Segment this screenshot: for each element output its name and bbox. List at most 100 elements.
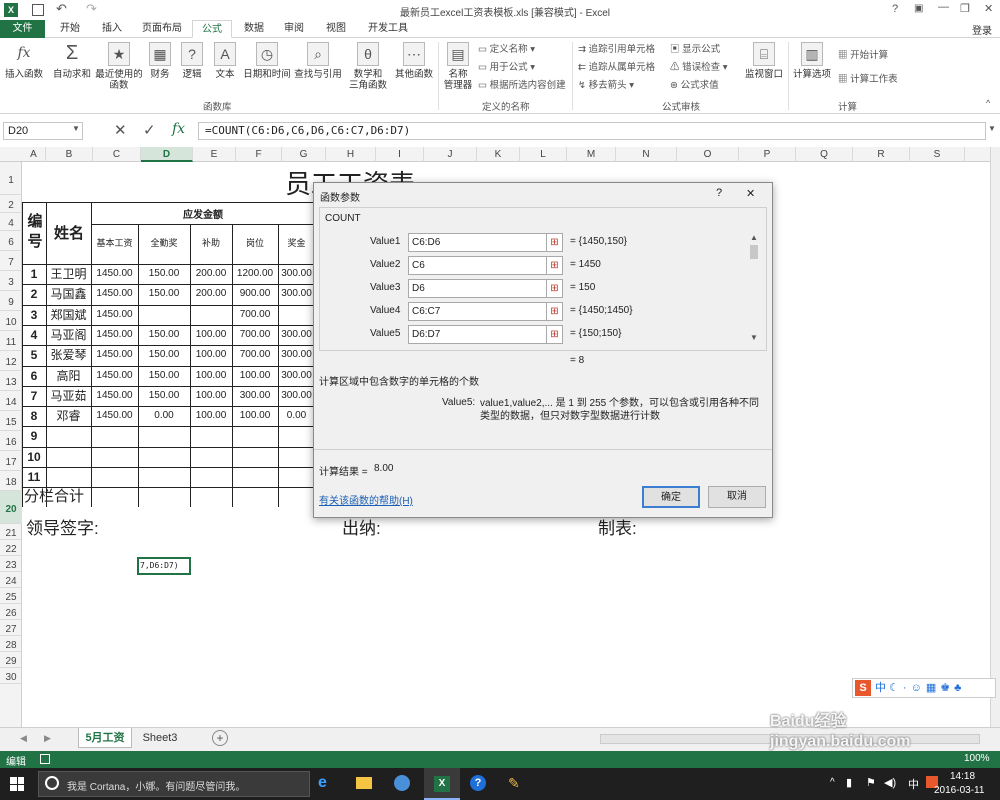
financial-button[interactable]: ▦ 财务 (146, 42, 174, 80)
row-header-21[interactable]: 21 (0, 524, 22, 540)
cortana-search-box[interactable]: 我是 Cortana，小娜。有问题尽管问我。 (38, 771, 310, 797)
salary-cell[interactable]: 200.00 (190, 264, 232, 284)
undo-icon[interactable]: ↶ (56, 1, 67, 17)
column-header-H[interactable]: H (326, 147, 376, 162)
cancel-entry-icon[interactable]: ✕ (114, 121, 127, 139)
salary-cell[interactable]: 1450.00 (91, 284, 138, 304)
range-select-icon[interactable]: ⊞ (546, 325, 563, 344)
salary-cell[interactable]: 150.00 (138, 366, 190, 386)
trace-dependents-button[interactable]: ⇇ 追踪从属单元格 (578, 62, 655, 74)
salary-cell[interactable]: 1450.00 (91, 345, 138, 365)
tab-developer[interactable]: 开发工具 (360, 20, 416, 38)
row-header-24[interactable]: 24 (0, 572, 22, 588)
salary-cell[interactable]: 100.00 (190, 366, 232, 386)
salary-cell[interactable]: 1450.00 (91, 264, 138, 284)
column-header-E[interactable]: E (193, 147, 236, 162)
vertical-scrollbar[interactable] (990, 147, 1000, 727)
salary-cell[interactable]: 100.00 (190, 406, 232, 426)
range-select-icon[interactable]: ⊞ (546, 302, 563, 321)
salary-cell[interactable]: 100.00 (190, 325, 232, 345)
help-link[interactable]: 有关该函数的帮助(H) (319, 492, 413, 507)
row-header-12[interactable]: 12 (0, 351, 22, 371)
column-header-G[interactable]: G (282, 147, 326, 162)
salary-cell[interactable]: 150.00 (138, 386, 190, 406)
row-header-15[interactable]: 15 (0, 411, 22, 431)
salary-cell[interactable]: 1450.00 (91, 406, 138, 426)
column-header-N[interactable]: N (616, 147, 677, 162)
macro-record-icon[interactable] (40, 754, 50, 764)
column-header-L[interactable]: L (520, 147, 567, 162)
file-explorer-icon[interactable] (356, 777, 372, 789)
tab-insert[interactable]: 插入 (92, 20, 132, 38)
column-header-M[interactable]: M (567, 147, 616, 162)
ribbon-display-icon[interactable]: ▣ (914, 3, 923, 14)
salary-cell[interactable]: 900.00 (232, 284, 278, 304)
ok-button[interactable]: 确定 (642, 486, 700, 508)
row-header-28[interactable]: 28 (0, 636, 22, 652)
help-icon[interactable]: ? (892, 3, 898, 15)
tab-review[interactable]: 审阅 (276, 20, 312, 38)
autosum-button[interactable]: Σ 自动求和 (50, 42, 94, 80)
row-header-30[interactable]: 30 (0, 668, 22, 684)
scroll-thumb[interactable] (750, 245, 758, 259)
column-header-A[interactable]: A (22, 147, 46, 162)
row-header-16[interactable]: 16 (0, 431, 22, 451)
expand-formula-bar-icon[interactable]: ▼ (988, 124, 996, 133)
add-sheet-icon[interactable]: + (212, 730, 228, 746)
calc-options-button[interactable]: ▥ 计算选项 (790, 42, 834, 80)
logical-button[interactable]: ? 逻辑 (178, 42, 206, 80)
lookup-button[interactable]: ⌕ 查找与引用 (292, 42, 344, 80)
row-header-14[interactable]: 14 (0, 391, 22, 411)
salary-cell[interactable]: 700.00 (232, 345, 278, 365)
salary-cell[interactable]: 300.00 (278, 366, 315, 386)
watch-window-button[interactable]: ⌸ 监视窗口 (742, 42, 786, 80)
salary-cell[interactable]: 1200.00 (232, 264, 278, 284)
row-header-18[interactable]: 18 (0, 471, 22, 491)
row-header-25[interactable]: 25 (0, 588, 22, 604)
row-header-26[interactable]: 26 (0, 604, 22, 620)
salary-cell[interactable]: 1450.00 (91, 305, 138, 325)
zoom-level[interactable]: 100% (964, 753, 990, 764)
salary-cell[interactable]: 700.00 (232, 325, 278, 345)
arg-input-value2[interactable]: C6 (408, 256, 548, 275)
help-taskbar-icon[interactable]: ? (470, 775, 486, 791)
collapse-ribbon-icon[interactable]: ^ (986, 98, 990, 108)
minimize-icon[interactable]: — (938, 1, 949, 13)
error-checking-button[interactable]: ⚠ 错误检查 ▾ (670, 62, 728, 74)
salary-cell[interactable]: 100.00 (232, 366, 278, 386)
scroll-down-icon[interactable]: ▼ (750, 333, 758, 342)
row-header-17[interactable]: 17 (0, 451, 22, 471)
close-icon[interactable]: ✕ (984, 2, 993, 15)
math-button[interactable]: θ 数学和 三角函数 (346, 42, 390, 91)
row-header-20[interactable]: 20 (0, 491, 22, 524)
recent-functions-button[interactable]: ★ 最近使用的 函数 (94, 42, 144, 91)
salary-cell[interactable]: 700.00 (232, 305, 278, 325)
salary-cell[interactable]: 150.00 (138, 345, 190, 365)
arg-input-value1[interactable]: C6:D6 (408, 233, 548, 252)
name-manager-button[interactable]: ▤ 名称 管理器 (440, 42, 476, 91)
ime-toolbar[interactable]: S 中 ☾·☺▦♚♣ (852, 678, 996, 698)
row-header-27[interactable]: 27 (0, 620, 22, 636)
excel-taskbar-icon[interactable]: X (424, 768, 460, 800)
row-header-22[interactable]: 22 (0, 540, 22, 556)
salary-cell[interactable]: 300.00 (278, 345, 315, 365)
column-header-K[interactable]: K (477, 147, 520, 162)
row-header-3[interactable]: 3 (0, 271, 22, 291)
column-header-P[interactable]: P (739, 147, 796, 162)
salary-cell[interactable]: 150.00 (138, 325, 190, 345)
range-select-icon[interactable]: ⊞ (546, 233, 563, 252)
confirm-entry-icon[interactable]: ✓ (143, 121, 156, 139)
tab-data[interactable]: 数据 (236, 20, 272, 38)
salary-cell[interactable]: 150.00 (138, 284, 190, 304)
tab-home[interactable]: 开始 (50, 20, 90, 38)
name-box-dropdown-icon[interactable]: ▼ (72, 124, 80, 133)
salary-cell[interactable]: 300.00 (278, 386, 315, 406)
salary-cell[interactable]: 100.00 (232, 406, 278, 426)
salary-cell[interactable]: 1450.00 (91, 366, 138, 386)
salary-cell[interactable]: 200.00 (190, 284, 232, 304)
evaluate-formula-button[interactable]: ⊛ 公式求值 (670, 80, 719, 92)
insert-function-button[interactable]: fx 插入函数 (2, 42, 46, 80)
browser-icon[interactable] (394, 775, 410, 791)
datetime-button[interactable]: ◷ 日期和时间 (242, 42, 292, 80)
create-from-selection-button[interactable]: ▭ 根据所选内容创建 (478, 80, 566, 92)
